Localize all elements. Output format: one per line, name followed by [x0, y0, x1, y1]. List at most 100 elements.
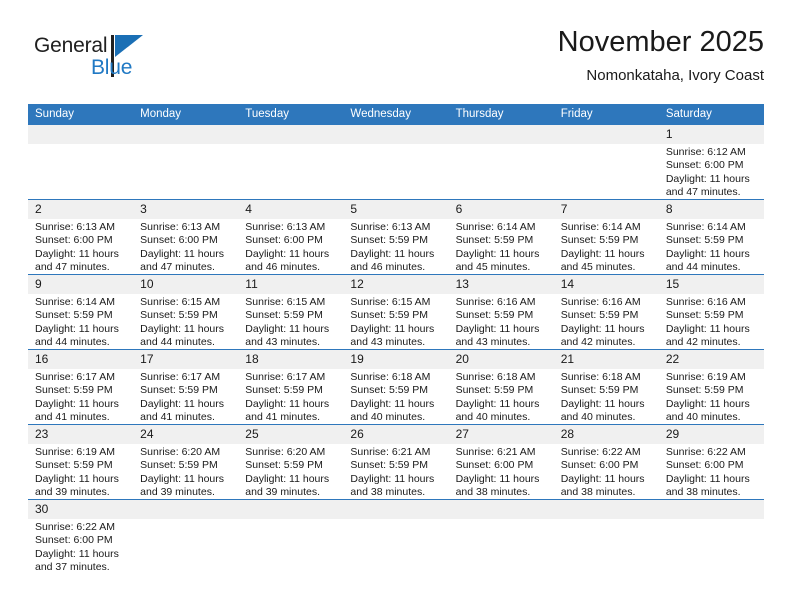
- day-number[interactable]: 19: [343, 350, 448, 369]
- day-cell[interactable]: Sunrise: 6:17 AM Sunset: 5:59 PM Daylight:…: [28, 369, 133, 424]
- day-info-line: Sunset: 6:00 PM: [35, 234, 113, 247]
- day-info-line: Sunrise: 6:17 AM: [35, 371, 115, 383]
- day-number[interactable]: 11: [238, 275, 343, 294]
- day-cell[interactable]: Sunrise: 6:18 AM Sunset: 5:59 PM Daylight:…: [554, 369, 659, 424]
- day-info-line: Sunset: 5:59 PM: [665, 384, 744, 397]
- day-info-line: Daylight: 11 hours: [455, 397, 540, 410]
- day-number-empty: [554, 500, 659, 519]
- day-number[interactable]: 10: [133, 275, 238, 294]
- day-info-line: Sunset: 5:59 PM: [560, 234, 639, 247]
- day-cell[interactable]: Sunrise: 6:15 AM Sunset: 5:59 PM Daylight:…: [238, 294, 343, 349]
- day-number[interactable]: 30: [28, 500, 133, 519]
- day-cell[interactable]: Sunrise: 6:22 AM Sunset: 6:00 PM Daylight:…: [659, 444, 764, 499]
- day-cell[interactable]: Sunrise: 6:16 AM Sunset: 5:59 PM Daylight:…: [449, 294, 554, 349]
- day-info-line: Sunrise: 6:22 AM: [560, 446, 641, 458]
- day-number[interactable]: 17: [133, 350, 238, 369]
- day-info-line: Sunrise: 6:17 AM: [140, 371, 221, 383]
- day-number[interactable]: 23: [28, 425, 133, 444]
- day-cell[interactable]: Sunrise: 6:14 AM Sunset: 5:59 PM Daylight:…: [659, 219, 764, 274]
- day-info-line: Sunset: 5:59 PM: [245, 309, 323, 322]
- day-info-line: and 37 minutes.: [35, 561, 110, 574]
- day-number[interactable]: 5: [343, 200, 448, 219]
- day-cell[interactable]: Sunrise: 6:13 AM Sunset: 6:00 PM Daylight:…: [133, 219, 238, 274]
- day-number[interactable]: 25: [238, 425, 343, 444]
- day-cell-empty: [554, 144, 659, 199]
- day-number[interactable]: 27: [449, 425, 554, 444]
- day-cell[interactable]: Sunrise: 6:13 AM Sunset: 6:00 PM Daylight:…: [28, 219, 133, 274]
- day-cell[interactable]: Sunrise: 6:14 AM Sunset: 5:59 PM Daylight:…: [554, 219, 659, 274]
- day-number[interactable]: 6: [449, 200, 554, 219]
- day-number[interactable]: 8: [659, 200, 764, 219]
- day-info-line: Sunrise: 6:22 AM: [35, 521, 115, 533]
- day-cell[interactable]: Sunrise: 6:20 AM Sunset: 5:59 PM Daylight:…: [133, 444, 238, 499]
- day-number[interactable]: 7: [554, 200, 659, 219]
- day-info-line: and 47 minutes.: [665, 186, 741, 199]
- day-number[interactable]: 18: [238, 350, 343, 369]
- day-number[interactable]: 9: [28, 275, 133, 294]
- day-info-line: Sunrise: 6:21 AM: [455, 446, 536, 458]
- day-number[interactable]: 12: [343, 275, 448, 294]
- day-number[interactable]: 22: [659, 350, 764, 369]
- day-info-line: Daylight: 11 hours: [455, 472, 540, 485]
- day-cell[interactable]: Sunrise: 6:22 AM Sunset: 6:00 PM Daylight:…: [554, 444, 659, 499]
- day-number[interactable]: 15: [659, 275, 764, 294]
- day-info-line: Daylight: 11 hours: [140, 472, 224, 485]
- day-number[interactable]: 1: [659, 125, 764, 144]
- day-info-line: and 38 minutes.: [665, 486, 741, 499]
- day-cell[interactable]: Sunrise: 6:13 AM Sunset: 5:59 PM Daylight:…: [343, 219, 448, 274]
- day-info-line: Sunrise: 6:16 AM: [665, 296, 746, 308]
- day-cell-empty: [133, 144, 238, 199]
- day-info-line: Sunset: 6:00 PM: [560, 459, 639, 472]
- calendar-page: General Blue November 2025 Nomonkataha, …: [0, 0, 792, 612]
- day-cell[interactable]: Sunrise: 6:16 AM Sunset: 5:59 PM Daylight:…: [659, 294, 764, 349]
- day-number[interactable]: 21: [554, 350, 659, 369]
- day-cell[interactable]: Sunrise: 6:17 AM Sunset: 5:59 PM Daylight:…: [133, 369, 238, 424]
- day-number-empty: [449, 500, 554, 519]
- day-number[interactable]: 28: [554, 425, 659, 444]
- day-number[interactable]: 26: [343, 425, 448, 444]
- day-cell-empty: [343, 519, 448, 577]
- day-cell[interactable]: Sunrise: 6:14 AM Sunset: 5:59 PM Daylight:…: [28, 294, 133, 349]
- day-number[interactable]: 2: [28, 200, 133, 219]
- day-number[interactable]: 4: [238, 200, 343, 219]
- day-cell[interactable]: Sunrise: 6:13 AM Sunset: 6:00 PM Daylight:…: [238, 219, 343, 274]
- day-cell[interactable]: Sunrise: 6:19 AM Sunset: 5:59 PM Daylight:…: [659, 369, 764, 424]
- day-number-empty: [133, 500, 238, 519]
- day-number[interactable]: 24: [133, 425, 238, 444]
- day-cell[interactable]: Sunrise: 6:12 AM Sunset: 6:00 PM Daylight:…: [659, 144, 764, 199]
- day-number[interactable]: 14: [554, 275, 659, 294]
- day-cell[interactable]: Sunrise: 6:15 AM Sunset: 5:59 PM Daylight:…: [133, 294, 238, 349]
- day-info-line: Daylight: 11 hours: [140, 247, 224, 260]
- day-number[interactable]: 16: [28, 350, 133, 369]
- day-info-line: Daylight: 11 hours: [35, 397, 119, 410]
- day-number[interactable]: 13: [449, 275, 554, 294]
- day-info-line: Sunrise: 6:17 AM: [245, 371, 326, 383]
- day-cell[interactable]: Sunrise: 6:15 AM Sunset: 5:59 PM Daylight:…: [343, 294, 448, 349]
- day-info-line: Daylight: 11 hours: [665, 247, 750, 260]
- day-number[interactable]: 3: [133, 200, 238, 219]
- day-cell[interactable]: Sunrise: 6:21 AM Sunset: 6:00 PM Daylight:…: [449, 444, 554, 499]
- day-info-line: and 46 minutes.: [350, 261, 426, 274]
- general-blue-logo[interactable]: General Blue: [34, 34, 184, 94]
- week-detail-band: Sunrise: 6:22 AM Sunset: 6:00 PM Daylight:…: [28, 519, 764, 577]
- day-number-empty: [343, 500, 448, 519]
- day-cell[interactable]: Sunrise: 6:17 AM Sunset: 5:59 PM Daylight:…: [238, 369, 343, 424]
- day-cell[interactable]: Sunrise: 6:18 AM Sunset: 5:59 PM Daylight:…: [449, 369, 554, 424]
- day-info-line: and 39 minutes.: [35, 486, 110, 499]
- day-info-line: Sunset: 5:59 PM: [245, 384, 323, 397]
- title-block: November 2025 Nomonkataha, Ivory Coast: [558, 26, 764, 84]
- day-number[interactable]: 29: [659, 425, 764, 444]
- day-info-line: and 43 minutes.: [455, 336, 531, 349]
- day-cell[interactable]: Sunrise: 6:22 AM Sunset: 6:00 PM Daylight:…: [28, 519, 133, 577]
- day-cell[interactable]: Sunrise: 6:16 AM Sunset: 5:59 PM Daylight:…: [554, 294, 659, 349]
- day-info-line: Sunset: 5:59 PM: [35, 459, 113, 472]
- day-cell[interactable]: Sunrise: 6:19 AM Sunset: 5:59 PM Daylight:…: [28, 444, 133, 499]
- day-info-line: Sunrise: 6:16 AM: [560, 296, 641, 308]
- day-cell[interactable]: Sunrise: 6:21 AM Sunset: 5:59 PM Daylight:…: [343, 444, 448, 499]
- day-cell[interactable]: Sunrise: 6:14 AM Sunset: 5:59 PM Daylight:…: [449, 219, 554, 274]
- day-number[interactable]: 20: [449, 350, 554, 369]
- day-cell[interactable]: Sunrise: 6:18 AM Sunset: 5:59 PM Daylight:…: [343, 369, 448, 424]
- day-cell[interactable]: Sunrise: 6:20 AM Sunset: 5:59 PM Daylight:…: [238, 444, 343, 499]
- day-info-line: Daylight: 11 hours: [560, 397, 645, 410]
- day-info-line: Sunrise: 6:16 AM: [455, 296, 536, 308]
